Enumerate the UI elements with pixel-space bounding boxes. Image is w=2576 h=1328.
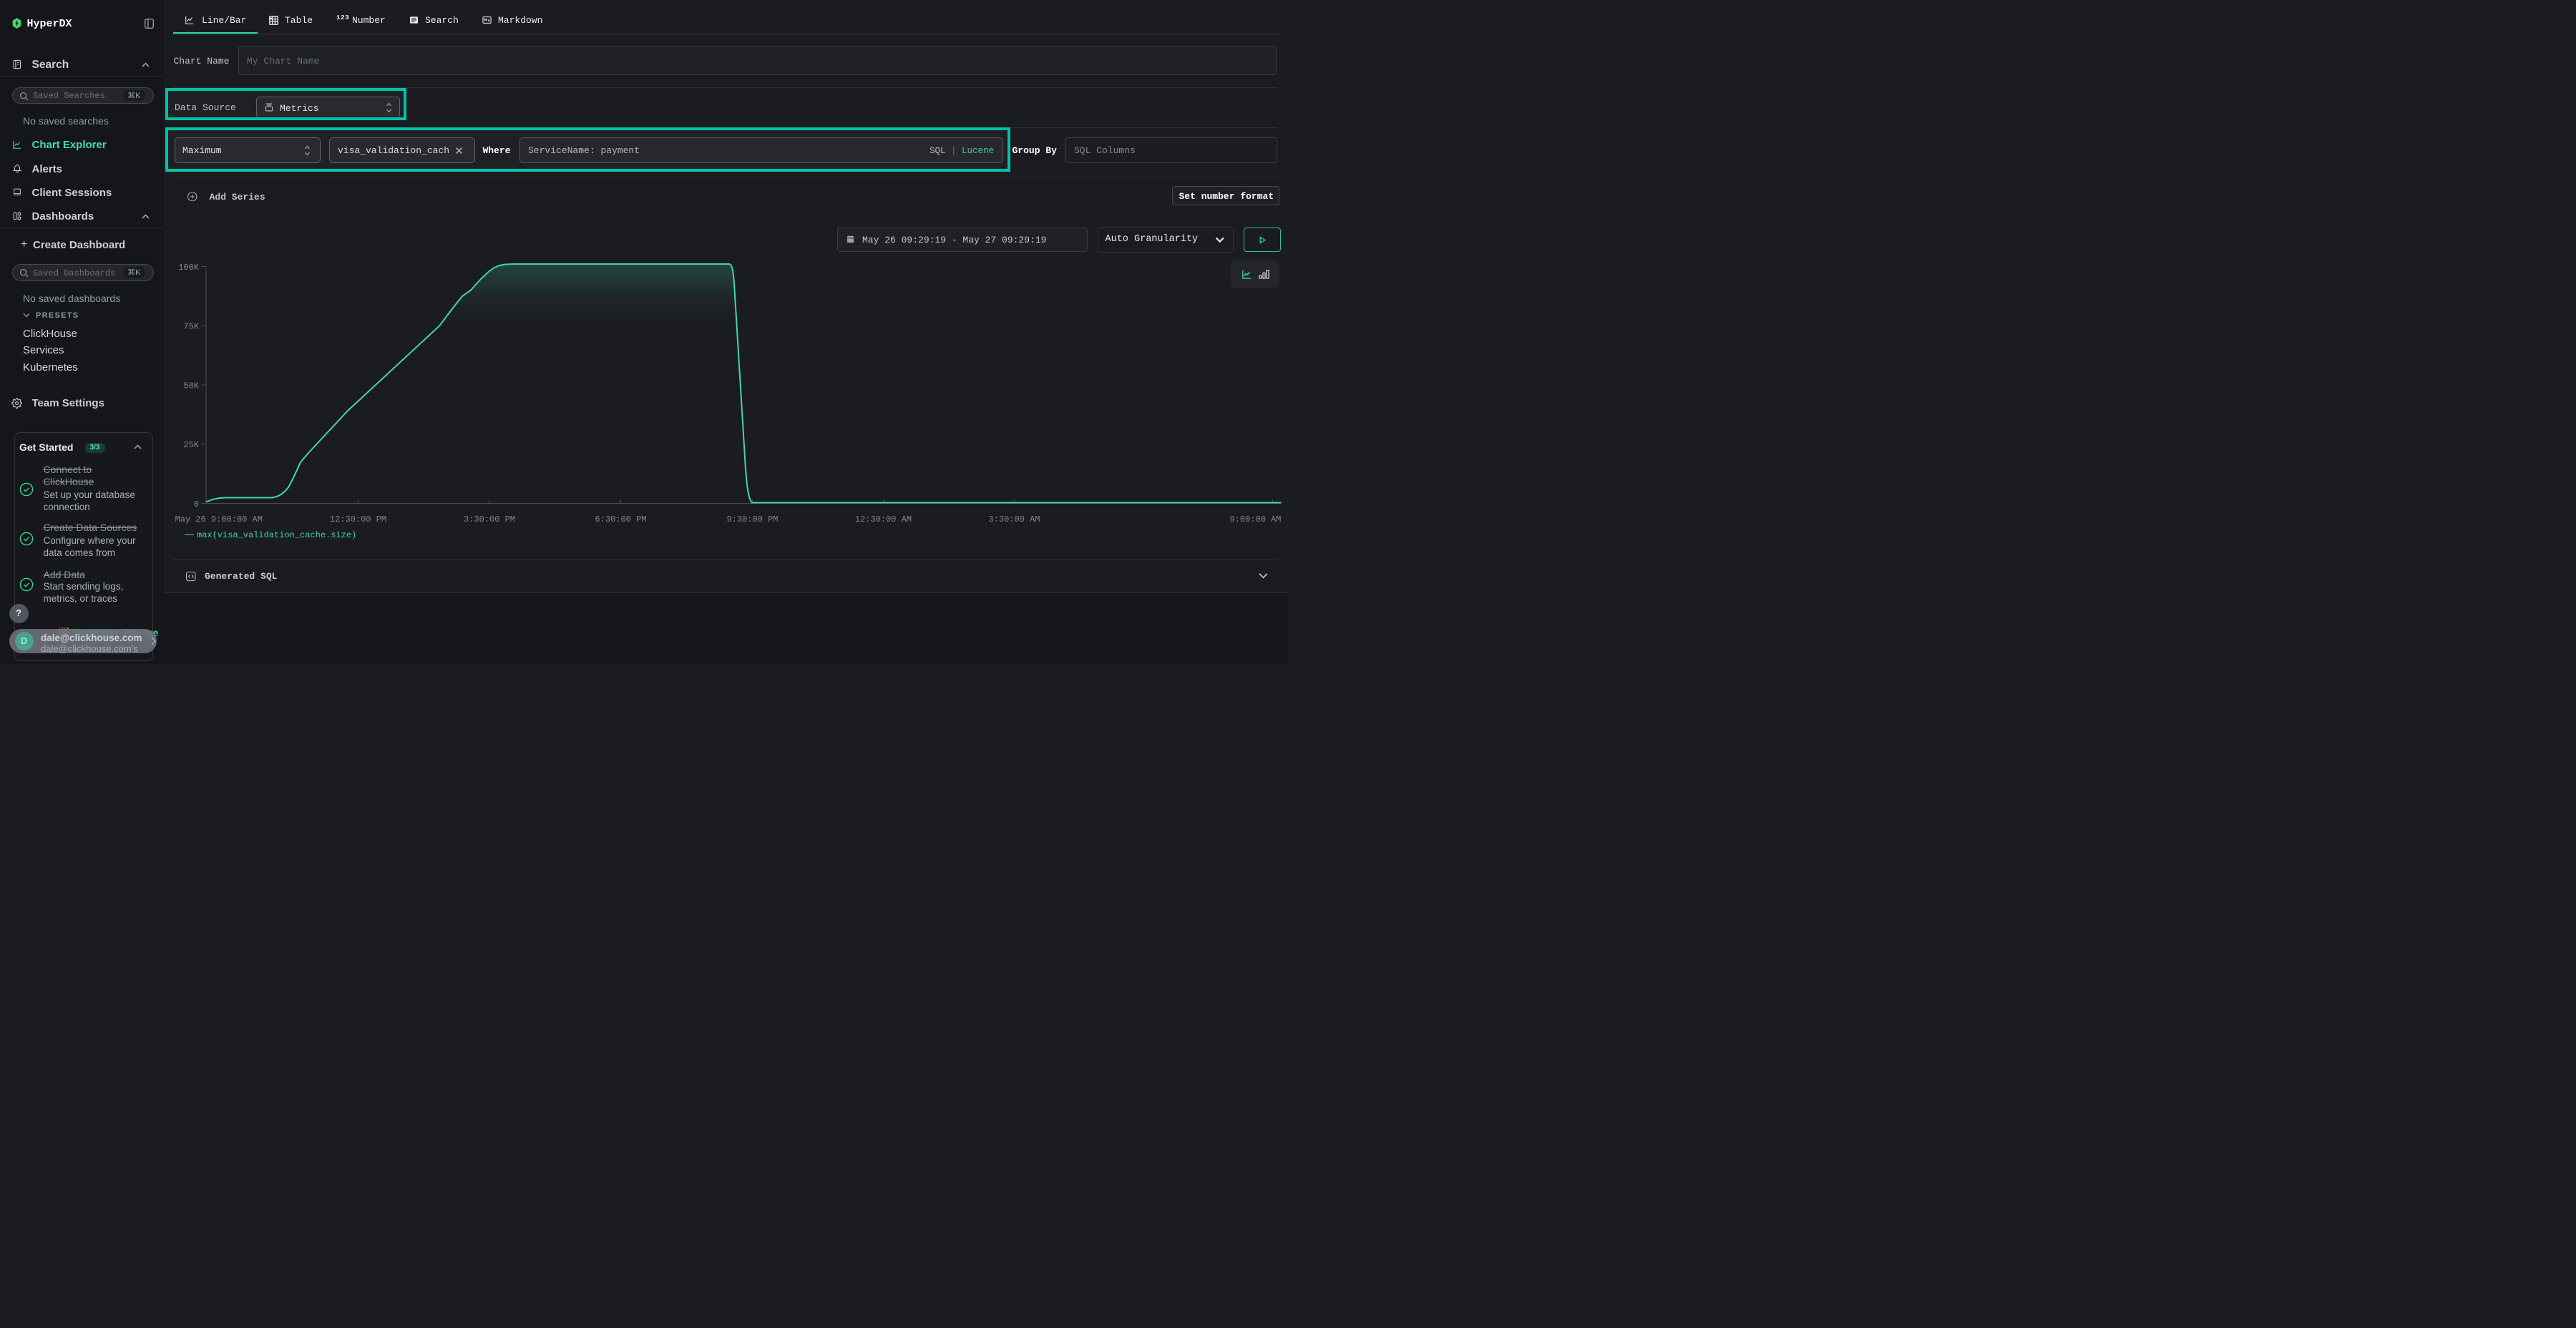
svg-text:12:30:00 AM: 12:30:00 AM [855, 514, 912, 524]
svg-text:12:30:00 PM: 12:30:00 PM [330, 514, 386, 524]
svg-text:25K: 25K [183, 440, 199, 450]
svg-text:75K: 75K [183, 322, 199, 332]
svg-text:9:30:00 PM: 9:30:00 PM [726, 514, 778, 524]
svg-text:9:00:00 AM: 9:00:00 AM [1229, 514, 1281, 524]
svg-text:May 26 9:00:00 AM: May 26 9:00:00 AM [175, 514, 263, 524]
svg-text:3:30:00 PM: 3:30:00 PM [464, 514, 515, 524]
svg-text:3:30:00 AM: 3:30:00 AM [988, 514, 1040, 524]
svg-text:50K: 50K [183, 381, 199, 391]
svg-text:6:30:00 PM: 6:30:00 PM [595, 514, 646, 524]
svg-text:100K: 100K [178, 263, 200, 273]
svg-text:0: 0 [194, 499, 199, 509]
